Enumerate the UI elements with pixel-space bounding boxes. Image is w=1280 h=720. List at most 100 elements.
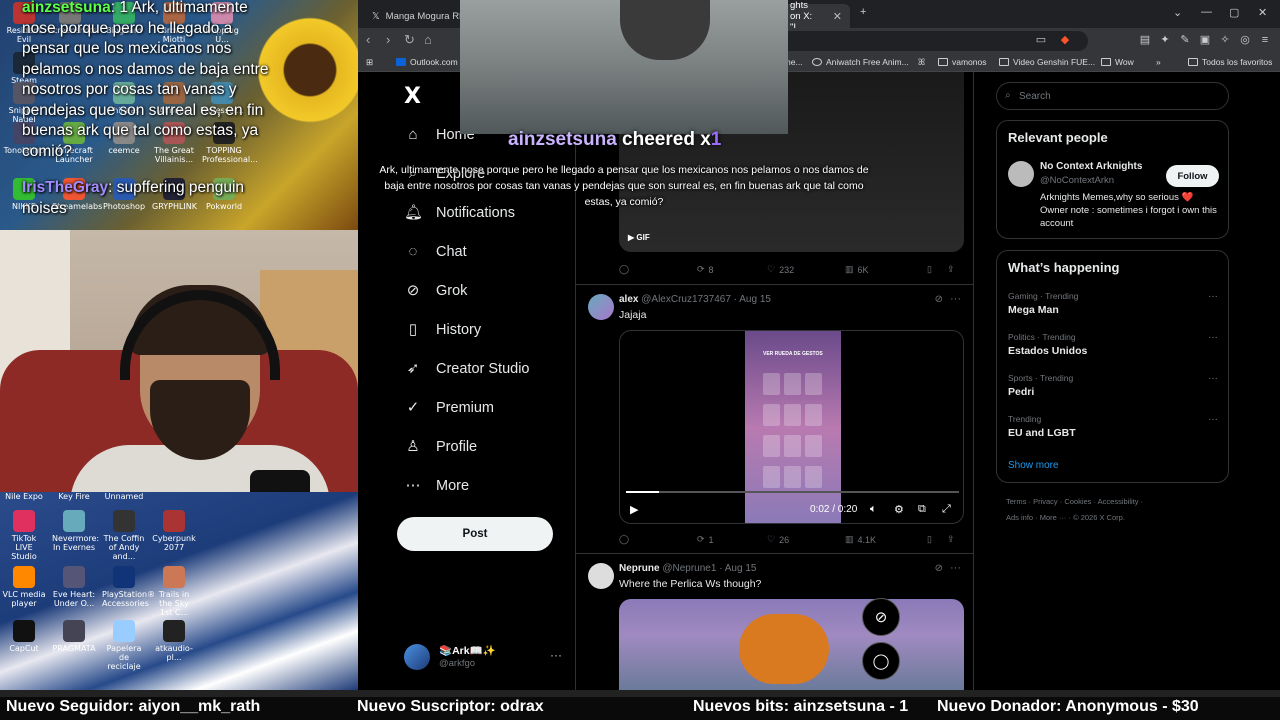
post-button[interactable]: Post xyxy=(397,517,553,551)
menu-icon[interactable]: ≡ xyxy=(1258,33,1272,47)
forward-icon[interactable]: › xyxy=(386,32,390,47)
like-button[interactable]: ♡ 26 xyxy=(767,534,845,545)
grok-icon[interactable]: ⊘ xyxy=(935,563,943,574)
repost-button[interactable]: ⟳ 1 xyxy=(697,534,767,545)
follow-button[interactable]: Follow xyxy=(1166,165,1219,187)
desktop-icon[interactable]: The Coffin of Andy and... xyxy=(102,510,146,561)
pencil-icon[interactable]: ✎ xyxy=(1178,33,1192,47)
more-icon[interactable]: ··· xyxy=(550,648,562,662)
desktop-icon[interactable]: TikTok LIVE Studio xyxy=(2,510,46,561)
nav-more[interactable]: ⋯ More xyxy=(404,477,470,495)
minimize-button[interactable]: — xyxy=(1201,6,1212,18)
desktop-icon[interactable]: PlayStation® Accessories xyxy=(102,566,155,608)
nav-grok[interactable]: ⊘ Grok xyxy=(404,282,468,300)
grok-icon[interactable]: ⊘ xyxy=(935,294,943,305)
sidebar-icon[interactable]: ▣ xyxy=(1198,33,1212,47)
more-icon[interactable]: ··· xyxy=(1208,332,1218,343)
bookmark-folder-wow[interactable]: Wow xyxy=(1101,57,1134,67)
bookmark-all-favorites[interactable]: Todos los favoritos xyxy=(1188,57,1272,67)
puzzle-icon[interactable]: ✦ xyxy=(1158,33,1172,47)
show-more-link[interactable]: Show more xyxy=(1008,460,1059,471)
more-icon[interactable]: ··· xyxy=(1208,414,1218,425)
repost-button[interactable]: ⟳ 8 xyxy=(697,264,767,275)
volume-icon[interactable]: 🔈︎ xyxy=(870,503,877,516)
tab-search-icon[interactable]: ⌄ xyxy=(1173,6,1182,19)
desktop-icon[interactable]: VLC media player xyxy=(2,566,46,608)
play-icon[interactable]: ▶ xyxy=(630,503,638,516)
like-button[interactable]: ♡ 232 xyxy=(767,264,845,275)
nav-chat[interactable]: ◌ Chat xyxy=(404,243,467,261)
reply-button[interactable]: ◯ xyxy=(619,534,697,545)
bookmarks-overflow-icon[interactable]: » xyxy=(1156,57,1161,67)
desktop-icon[interactable]: Cyberpunk 2077 xyxy=(152,510,196,552)
close-window-button[interactable]: ✕ xyxy=(1258,6,1267,19)
apps-icon[interactable]: ⊞ xyxy=(366,57,373,68)
desktop-icon[interactable]: Nile Expo xyxy=(2,492,46,501)
tweet-media[interactable] xyxy=(619,599,964,690)
settings-icon[interactable]: ⚙ xyxy=(894,503,904,516)
footer-links[interactable]: Ads info · More ··· · © 2026 X Corp. xyxy=(1006,513,1125,522)
desktop-icon[interactable]: Eve Heart: Under O... xyxy=(52,566,96,608)
avatar[interactable] xyxy=(588,294,614,320)
reload-icon[interactable]: ↻ xyxy=(404,32,415,48)
back-icon[interactable]: ‹ xyxy=(366,32,370,47)
views-button[interactable]: ▥ 4.1K xyxy=(845,534,927,545)
x-logo-icon[interactable]: X xyxy=(404,84,421,109)
desktop-icon[interactable]: Nevermore: In Evernes xyxy=(52,510,99,552)
desktop-icon[interactable]: atkaudio-pl... xyxy=(152,620,196,662)
more-icon[interactable]: ··· xyxy=(1208,373,1218,384)
desktop-icon[interactable]: PRAGMATA xyxy=(52,620,96,653)
nav-creator-studio[interactable]: ➶ Creator Studio xyxy=(404,360,530,378)
browser-tab-active[interactable]: ghts on X: "I ✕ xyxy=(782,0,850,33)
video-progress-bar[interactable] xyxy=(626,491,959,493)
desktop-icon[interactable]: CapCut xyxy=(2,620,46,653)
trend-item[interactable]: Politics · Trending Estados Unidos ··· xyxy=(1008,332,1218,357)
footer-links[interactable]: Terms · Privacy · Cookies · Accessibilit… xyxy=(1006,497,1143,506)
account-switcher[interactable]: 📚Ark📖✨ @arkfgo ··· xyxy=(404,642,569,674)
trend-item[interactable]: Trending EU and LGBT ··· xyxy=(1008,414,1218,439)
brave-shield-icon[interactable]: ◆ xyxy=(1058,33,1072,47)
bookmark-folder-vamonos[interactable]: vamonos xyxy=(938,57,987,67)
leo-icon[interactable]: ✧ xyxy=(1218,33,1232,47)
share-icon[interactable]: ⇪ xyxy=(947,264,955,275)
more-icon[interactable]: ··· xyxy=(1208,291,1218,302)
maximize-button[interactable]: ▢ xyxy=(1229,6,1239,19)
tweet-date[interactable]: Aug 15 xyxy=(725,563,757,574)
views-button[interactable]: ▥ 6K xyxy=(845,264,927,275)
share-icon[interactable]: ⇪ xyxy=(947,534,955,545)
tweet-author[interactable]: alex xyxy=(619,294,638,305)
tweet-date[interactable]: Aug 15 xyxy=(739,294,771,305)
new-tab-button[interactable]: + xyxy=(860,6,866,18)
tweet-handle[interactable]: @Neprune1 xyxy=(662,563,716,574)
extension-icon[interactable]: ▤ xyxy=(1138,33,1152,47)
search-input[interactable]: ⌕ Search xyxy=(996,82,1229,110)
home-browser-icon[interactable]: ⌂ xyxy=(424,32,432,47)
bookmark-tweet-icon[interactable]: ▯ xyxy=(927,264,947,275)
more-icon[interactable]: ··· xyxy=(950,293,961,305)
trend-item[interactable]: Sports · Trending Pedri ··· xyxy=(1008,373,1218,398)
bookmark-aniwatch[interactable]: Aniwatch Free Anim... xyxy=(812,57,909,67)
desktop-icon[interactable]: Unnamed xyxy=(102,492,146,501)
desktop-icon[interactable]: Papelera de reciclaje xyxy=(102,620,146,671)
bookmark-item[interactable]: he... xyxy=(786,57,803,67)
vpn-icon[interactable]: ◎ xyxy=(1238,33,1252,47)
avatar[interactable] xyxy=(1008,161,1034,187)
cast-icon[interactable]: ▭ xyxy=(1034,33,1048,47)
tweet-author[interactable]: Neprune xyxy=(619,563,660,574)
reply-button[interactable]: ◯ xyxy=(619,264,697,275)
avatar[interactable] xyxy=(588,563,614,589)
person-name[interactable]: No Context Arknights xyxy=(1040,161,1142,172)
messages-fab-icon[interactable]: ◯ xyxy=(862,642,900,680)
bookmark-folder-video[interactable]: Video Genshin FUE... xyxy=(999,57,1095,67)
pip-icon[interactable]: ⧉ xyxy=(918,503,926,516)
nav-history[interactable]: ▯ History xyxy=(404,321,481,339)
person-handle[interactable]: @NoContextArkn xyxy=(1040,175,1114,186)
trend-item[interactable]: Gaming · Trending Mega Man ··· xyxy=(1008,291,1218,316)
desktop-icon[interactable]: Trails in the Sky 1st C... xyxy=(152,566,196,617)
nav-premium[interactable]: ✓ Premium xyxy=(404,399,494,417)
fullscreen-icon[interactable]: ⤢ xyxy=(942,503,951,516)
bookmark-outlook[interactable]: Outlook.com - xyxy=(396,57,463,67)
nav-profile[interactable]: ♙ Profile xyxy=(404,438,477,456)
tweet-handle[interactable]: @AlexCruz1737467 xyxy=(641,294,731,305)
close-tab-icon[interactable]: ✕ xyxy=(833,10,842,23)
